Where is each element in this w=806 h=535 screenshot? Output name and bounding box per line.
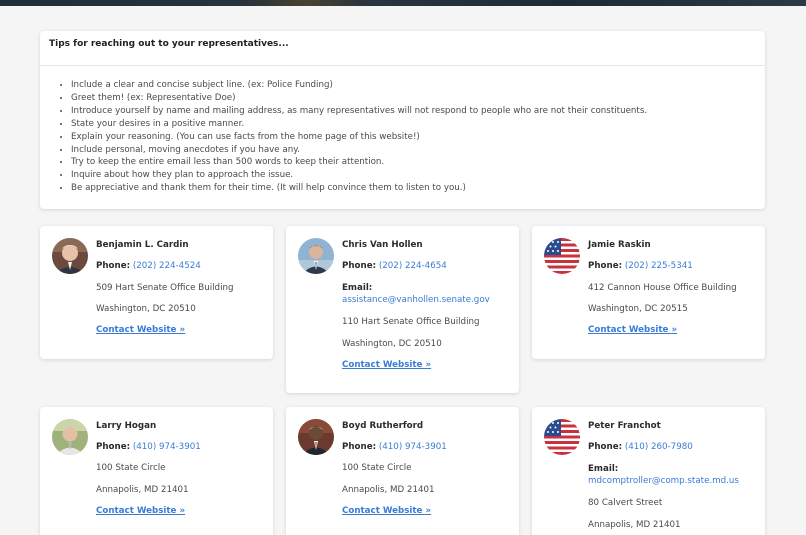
contact-website-link[interactable]: Contact Website »	[96, 325, 185, 335]
phone-link[interactable]: (410) 260-7980	[625, 442, 693, 452]
contact-website-link[interactable]: Contact Website »	[342, 360, 431, 370]
phone-link[interactable]: (202) 224-4654	[379, 261, 447, 271]
phone-link[interactable]: (202) 225-5341	[625, 261, 693, 271]
tip-item: Inquire about how they plan to approach …	[71, 169, 765, 182]
address-line-1: 110 Hart Senate Office Building	[342, 317, 480, 327]
tip-item: Be appreciative and thank them for their…	[71, 182, 765, 195]
phone-label: Phone:	[588, 261, 623, 271]
rep-photo	[298, 419, 334, 455]
contact-website-link[interactable]: Contact Website »	[588, 325, 677, 335]
address-line-2: Washington, DC 20515	[588, 304, 688, 314]
phone-row: Phone: (410) 260-7980	[588, 442, 693, 452]
address-line-2: Annapolis, MD 21401	[342, 485, 435, 495]
tips-title: Tips for reaching out to your representa…	[40, 31, 765, 66]
address-line-1: 100 State Circle	[96, 463, 166, 473]
email-label: Email:	[588, 464, 619, 474]
tip-item: Explain your reasoning. (You can use fac…	[71, 131, 765, 144]
phone-label: Phone:	[96, 261, 131, 271]
phone-row: Phone: (410) 974-3901	[342, 442, 447, 452]
phone-row: Phone: (202) 224-4654	[342, 261, 447, 271]
rep-card-franchot: Peter Franchot Phone: (410) 260-7980 Ema…	[532, 407, 765, 535]
address-line-1: 100 State Circle	[342, 463, 412, 473]
rep-name: Chris Van Hollen	[342, 240, 423, 250]
tip-item: Include personal, moving anecdotes if yo…	[71, 144, 765, 157]
address-line-1: 80 Calvert Street	[588, 498, 663, 508]
phone-link[interactable]: (410) 974-3901	[379, 442, 447, 452]
phone-link[interactable]: (202) 224-4524	[133, 261, 201, 271]
us-flag-icon	[544, 238, 580, 274]
tips-card: Tips for reaching out to your representa…	[40, 31, 765, 209]
phone-row: Phone: (202) 225-5341	[588, 261, 693, 271]
address-line-2: Annapolis, MD 21401	[588, 520, 681, 530]
phone-label: Phone:	[588, 442, 623, 452]
rep-name: Peter Franchot	[588, 421, 661, 431]
rep-name: Benjamin L. Cardin	[96, 240, 189, 250]
contact-website-link[interactable]: Contact Website »	[342, 506, 431, 516]
address-line-2: Annapolis, MD 21401	[96, 485, 189, 495]
tips-list: Include a clear and concise subject line…	[40, 66, 765, 195]
rep-card-rutherford: Boyd Rutherford Phone: (410) 974-3901 10…	[286, 407, 519, 535]
header-banner-image	[0, 0, 806, 6]
rep-card-van-hollen: Chris Van Hollen Phone: (202) 224-4654 E…	[286, 226, 519, 393]
us-flag-icon	[544, 419, 580, 455]
rep-name: Boyd Rutherford	[342, 421, 424, 431]
rep-name: Jamie Raskin	[588, 240, 651, 250]
address-line-1: 509 Hart Senate Office Building	[96, 283, 234, 293]
address-line-1: 412 Cannon House Office Building	[588, 283, 737, 293]
tip-item: Include a clear and concise subject line…	[71, 79, 765, 92]
email-link[interactable]: assistance@vanhollen.senate.gov	[342, 295, 490, 305]
contact-website-link[interactable]: Contact Website »	[96, 506, 185, 516]
email-label: Email:	[342, 283, 373, 293]
address-line-2: Washington, DC 20510	[342, 339, 442, 349]
phone-link[interactable]: (410) 974-3901	[133, 442, 201, 452]
phone-row: Phone: (410) 974-3901	[96, 442, 201, 452]
phone-label: Phone:	[96, 442, 131, 452]
rep-card-cardin: Benjamin L. Cardin Phone: (202) 224-4524…	[40, 226, 273, 359]
phone-row: Phone: (202) 224-4524	[96, 261, 201, 271]
rep-card-raskin: Jamie Raskin Phone: (202) 225-5341 412 C…	[532, 226, 765, 359]
tip-item: Introduce yourself by name and mailing a…	[71, 105, 765, 118]
rep-photo	[52, 238, 88, 274]
phone-label: Phone:	[342, 261, 377, 271]
rep-photo	[52, 419, 88, 455]
rep-photo	[298, 238, 334, 274]
rep-name: Larry Hogan	[96, 421, 157, 431]
tip-item: Greet them! (ex: Representative Doe)	[71, 92, 765, 105]
address-line-2: Washington, DC 20510	[96, 304, 196, 314]
email-link[interactable]: mdcomptroller@comp.state.md.us	[588, 476, 739, 486]
tip-item: State your desires in a positive manner.	[71, 118, 765, 131]
tip-item: Try to keep the entire email less than 5…	[71, 156, 765, 169]
rep-card-hogan: Larry Hogan Phone: (410) 974-3901 100 St…	[40, 407, 273, 535]
phone-label: Phone:	[342, 442, 377, 452]
